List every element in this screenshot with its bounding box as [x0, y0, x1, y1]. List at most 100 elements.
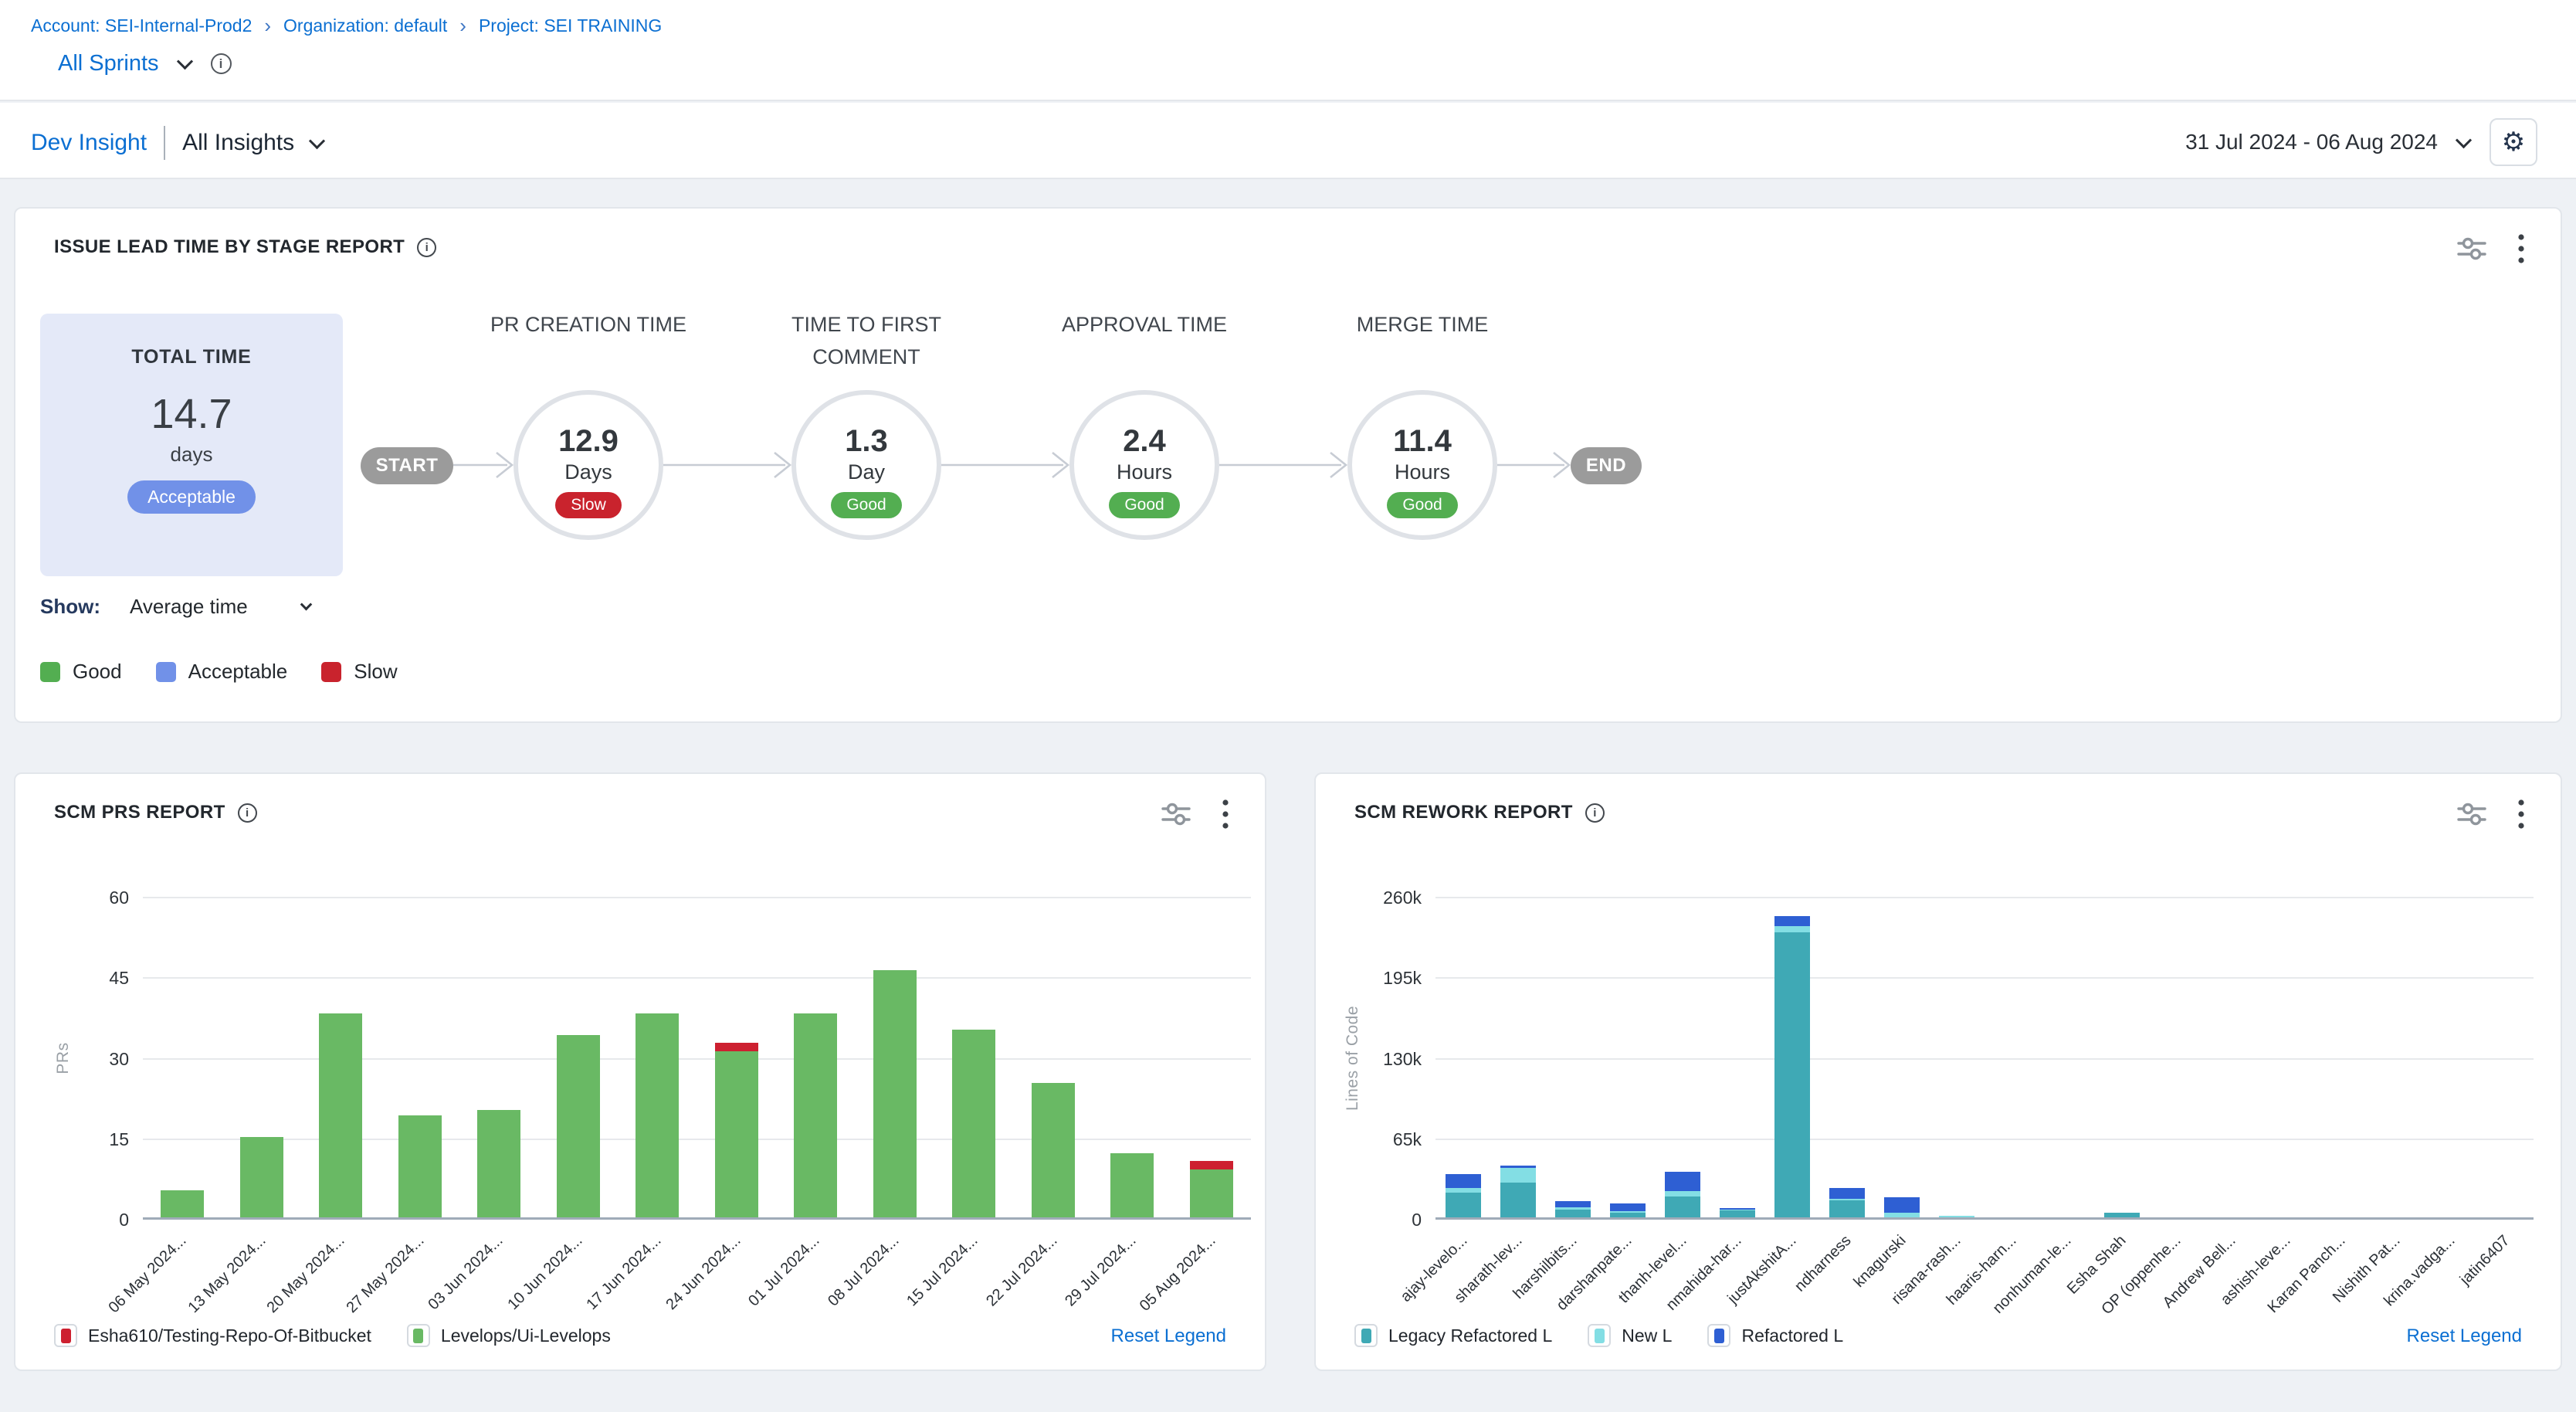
bar-segment[interactable] [1884, 1197, 1920, 1212]
info-icon[interactable]: i [417, 238, 436, 257]
date-range-selector[interactable]: 31 Jul 2024 - 06 Aug 2024 [2185, 130, 2438, 154]
bar-segment[interactable] [636, 1013, 679, 1217]
chart-legend: Legacy Refactored L New L Refactored L [1354, 1324, 1843, 1347]
bar-segment[interactable] [1720, 1210, 1755, 1217]
panel-title: SCM PRS REPORT [54, 802, 225, 823]
y-tick-label: 65k [1341, 1129, 1422, 1150]
bar-segment[interactable] [1190, 1161, 1233, 1169]
bar-segment[interactable] [1110, 1153, 1154, 1217]
legend-item[interactable]: Levelops/Ui-Levelops [407, 1324, 611, 1347]
scm-prs-report-panel: SCM PRS REPORT i PRs 01530456006 May 202… [14, 772, 1266, 1371]
sprint-selector[interactable]: All Sprints i [58, 51, 232, 76]
bar-segment[interactable] [1446, 1188, 1481, 1193]
show-metric-dropdown[interactable]: Show: Average time [40, 595, 310, 619]
bar-segment[interactable] [398, 1115, 442, 1217]
stage-value: 12.9 [518, 424, 659, 459]
bar-segment[interactable] [319, 1013, 362, 1217]
bar-segment[interactable] [1446, 1174, 1481, 1188]
stage-rating-badge: Good [1387, 492, 1457, 518]
insight-header: Dev Insight All Insights 31 Jul 2024 - 0… [0, 103, 2576, 179]
bar-segment[interactable] [1555, 1207, 1591, 1210]
bar-segment[interactable] [873, 970, 917, 1217]
bar-segment[interactable] [1774, 932, 1810, 1217]
stage-rating-badge: Slow [555, 492, 622, 518]
insights-dropdown[interactable]: All Insights [182, 130, 294, 156]
chevron-down-icon[interactable] [2456, 132, 2472, 148]
bar-segment[interactable] [240, 1137, 283, 1217]
stage-unit: Day [796, 460, 937, 484]
kebab-menu-icon[interactable] [2517, 799, 2525, 830]
top-header: Account: SEI-Internal-Prod2 › Organizati… [0, 0, 2576, 101]
widget-filters-icon[interactable] [2456, 800, 2488, 828]
y-tick-label: 195k [1341, 968, 1422, 989]
legend-swatch-good [40, 662, 60, 682]
legend-item[interactable]: Refactored L [1707, 1324, 1843, 1347]
bar-segment[interactable] [1939, 1216, 1974, 1217]
stage-circle-pr-creation[interactable]: 12.9 Days Slow [514, 390, 663, 540]
bar-segment[interactable] [1446, 1193, 1481, 1217]
bar-segment[interactable] [1774, 916, 1810, 926]
stage-circle-approval[interactable]: 2.4 Hours Good [1069, 390, 1219, 540]
bar-segment[interactable] [557, 1035, 600, 1217]
widget-filters-icon[interactable] [1160, 800, 1192, 828]
legend-item[interactable]: New L [1588, 1324, 1672, 1347]
bar-segment[interactable] [1665, 1172, 1700, 1192]
bar-segment[interactable] [1032, 1083, 1075, 1217]
bar-segment[interactable] [715, 1051, 758, 1218]
legend-label: Levelops/Ui-Levelops [441, 1325, 611, 1346]
panel-title: SCM REWORK REPORT [1354, 802, 1573, 823]
stage-circle-merge[interactable]: 11.4 Hours Good [1347, 390, 1497, 540]
breadcrumb-organization[interactable]: Organization: default [283, 15, 447, 36]
reset-legend-link[interactable]: Reset Legend [1111, 1325, 1226, 1347]
legend-item[interactable]: Esha610/Testing-Repo-Of-Bitbucket [54, 1324, 371, 1347]
bar-segment[interactable] [1500, 1183, 1536, 1217]
legend-item[interactable]: Legacy Refactored L [1354, 1324, 1552, 1347]
vertical-divider [164, 126, 165, 160]
bar-segment[interactable] [1720, 1208, 1755, 1210]
info-icon[interactable]: i [1585, 803, 1605, 823]
bar-segment[interactable] [1610, 1213, 1646, 1217]
gridline [143, 1139, 1251, 1140]
info-icon[interactable]: i [211, 53, 232, 74]
bar-segment[interactable] [1829, 1200, 1865, 1218]
settings-button[interactable]: ⚙ [2490, 118, 2537, 166]
bar-segment[interactable] [2104, 1213, 2140, 1217]
reset-legend-link[interactable]: Reset Legend [2407, 1325, 2522, 1347]
info-icon[interactable]: i [238, 803, 257, 823]
bar-segment[interactable] [477, 1110, 520, 1217]
bar-segment[interactable] [161, 1190, 204, 1217]
chevron-down-icon [300, 599, 312, 611]
insight-name-link[interactable]: Dev Insight [31, 130, 147, 156]
stage-rating-badge: Good [1109, 492, 1179, 518]
bar-segment[interactable] [715, 1043, 758, 1051]
bar-segment[interactable] [1665, 1196, 1700, 1217]
bar-segment[interactable] [1500, 1166, 1536, 1168]
legend-item-good: Good [40, 660, 122, 684]
bar-segment[interactable] [1774, 926, 1810, 932]
legend-label: New L [1622, 1325, 1672, 1346]
stage-circle-first-comment[interactable]: 1.3 Day Good [791, 390, 941, 540]
bar-segment[interactable] [1610, 1203, 1646, 1211]
bar-segment[interactable] [1500, 1168, 1536, 1183]
bar-segment[interactable] [1665, 1191, 1700, 1196]
bar-segment[interactable] [952, 1030, 995, 1217]
bar-segment[interactable] [1555, 1201, 1591, 1207]
bar-segment[interactable] [794, 1013, 837, 1217]
widget-filters-icon[interactable] [2456, 235, 2488, 263]
y-tick-label: 0 [49, 1210, 129, 1230]
kebab-menu-icon[interactable] [1222, 799, 1229, 830]
legend-swatch [1707, 1324, 1730, 1347]
breadcrumb-account[interactable]: Account: SEI-Internal-Prod2 [31, 15, 252, 36]
bar-segment[interactable] [1884, 1213, 1920, 1217]
breadcrumb-separator-icon: › [459, 17, 466, 35]
gridline [1435, 1058, 2534, 1060]
breadcrumb-project[interactable]: Project: SEI TRAINING [479, 15, 662, 36]
chevron-down-icon[interactable] [309, 133, 325, 149]
stage-value: 11.4 [1352, 424, 1493, 459]
bar-segment[interactable] [1555, 1210, 1591, 1217]
chevron-down-icon[interactable] [176, 53, 192, 70]
sprint-selector-label[interactable]: All Sprints [58, 51, 159, 76]
kebab-menu-icon[interactable] [2517, 233, 2525, 264]
bar-segment[interactable] [1190, 1169, 1233, 1218]
bar-segment[interactable] [1829, 1188, 1865, 1199]
